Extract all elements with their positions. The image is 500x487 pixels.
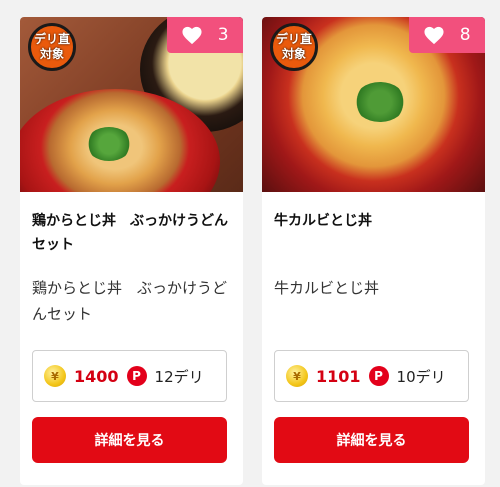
like-button[interactable]: 8: [409, 17, 485, 53]
heart-icon: [423, 25, 445, 45]
deri-direct-badge: デリ直 対象: [270, 23, 318, 71]
point-p-icon: P: [126, 366, 147, 386]
garnish-decoration: [86, 127, 132, 161]
points-value: 10デリ: [396, 367, 446, 386]
product-description: 鶏からとじ丼 ぶっかけうどんセット: [32, 279, 228, 323]
deri-badge-line2: 対象: [39, 47, 64, 61]
product-name[interactable]: 鶏からとじ丼 ぶっかけうどんセット: [32, 209, 232, 257]
view-details-button[interactable]: 詳細を見る: [274, 417, 469, 463]
like-count: 8: [459, 25, 471, 45]
points-value: 12デリ: [154, 367, 204, 386]
heart-icon: [181, 25, 203, 45]
view-details-button[interactable]: 詳細を見る: [32, 417, 227, 463]
price-box: ¥ 1101 P 10デリ: [274, 350, 469, 402]
product-card[interactable]: デリ直 対象 3 鶏からとじ丼 ぶっかけうどんセット 鶏からとじ丼 ぶっかけうど…: [20, 17, 243, 485]
like-count: 3: [217, 25, 229, 45]
deri-badge-line2: 対象: [281, 47, 306, 61]
price-box: ¥ 1400 P 12デリ: [32, 350, 227, 402]
product-photo[interactable]: デリ直 対象 3: [20, 17, 243, 192]
like-button[interactable]: 3: [167, 17, 243, 53]
deri-badge-line1: デリ直: [33, 32, 70, 46]
product-name[interactable]: 牛カルビとじ丼: [274, 209, 474, 233]
product-description: 牛カルビとじ丼: [274, 279, 380, 297]
product-card[interactable]: デリ直 対象 8 牛カルビとじ丼 牛カルビとじ丼 ¥ 1101 P 10デリ 詳…: [262, 17, 485, 485]
deri-badge-line1: デリ直: [275, 32, 312, 46]
deri-direct-badge: デリ直 対象: [28, 23, 76, 71]
point-p-icon: P: [368, 366, 389, 386]
price-value: 1101: [316, 366, 361, 386]
yen-coin-icon: ¥: [44, 365, 66, 387]
price-value: 1400: [74, 366, 119, 386]
product-photo[interactable]: デリ直 対象 8: [262, 17, 485, 192]
yen-coin-icon: ¥: [286, 365, 308, 387]
